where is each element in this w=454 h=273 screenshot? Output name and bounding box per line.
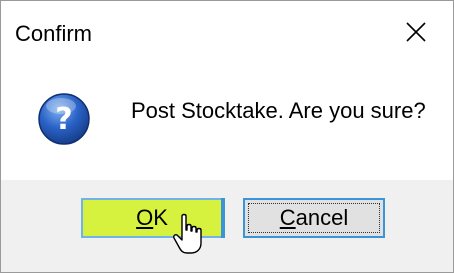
cancel-label-rest: ancel xyxy=(295,205,349,230)
cancel-accelerator-key: C xyxy=(279,205,296,230)
dialog-message: Post Stocktake. Are you sure? xyxy=(131,98,426,123)
ok-accelerator-key: O xyxy=(136,205,154,230)
button-bar: OK Cancel xyxy=(1,180,453,272)
close-button[interactable] xyxy=(379,1,453,62)
confirm-dialog: Confirm ? Post Stocktake. Are you sure? xyxy=(0,0,454,273)
dialog-body: ? Post Stocktake. Are you sure? xyxy=(1,62,453,180)
ok-button[interactable]: OK xyxy=(81,198,225,238)
title-bar: Confirm xyxy=(1,1,453,62)
svg-text:?: ? xyxy=(55,102,72,137)
close-icon xyxy=(406,21,426,42)
cancel-button[interactable]: Cancel xyxy=(243,198,385,238)
dialog-title: Confirm xyxy=(15,21,93,46)
ok-label-rest: K xyxy=(153,205,168,230)
question-icon: ? xyxy=(38,93,90,145)
